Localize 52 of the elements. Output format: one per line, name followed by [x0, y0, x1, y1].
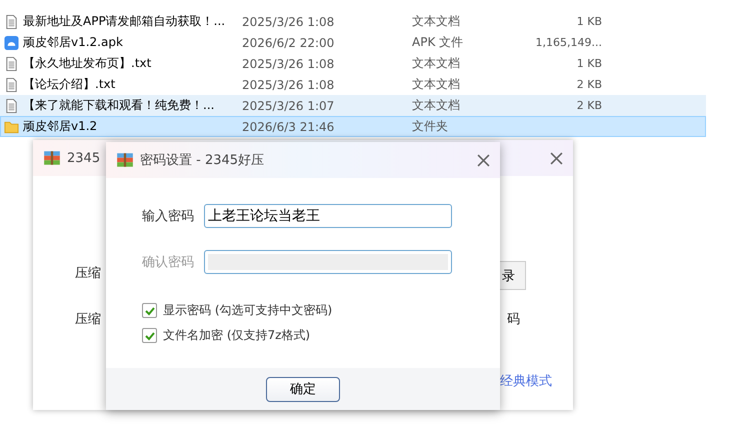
file-type: 文本文档: [411, 97, 461, 114]
document-icon: [4, 98, 19, 114]
file-name: 最新地址及APP请发邮箱自动获取！...: [23, 13, 226, 30]
file-name: 【永久地址发布页】.txt: [23, 55, 152, 72]
classic-mode-link[interactable]: 经典模式: [500, 372, 552, 390]
file-row[interactable]: 最新地址及APP请发邮箱自动获取！... 2025/3/26 1:08 文本文档 1 KB: [0, 11, 706, 32]
file-name: 顽皮邻居v1.2: [23, 118, 98, 135]
file-type: 文本文档: [411, 55, 461, 72]
checkbox[interactable]: [142, 303, 157, 318]
file-row[interactable]: 【来了就能下载和观看！纯免费！... 2025/3/26 1:07 文本文档 2 KB: [0, 95, 706, 116]
file-size: 1 KB: [576, 57, 602, 70]
checkbox-label: 文件名加密 (仅支持7z格式): [163, 327, 310, 344]
android-app-icon: [4, 34, 19, 50]
ok-button[interactable]: 确定: [266, 376, 340, 402]
archive-app-icon: [116, 151, 134, 169]
checkbox[interactable]: [142, 328, 157, 343]
password-field[interactable]: 上老王论坛当老王: [204, 204, 452, 228]
password-label: 码: [507, 311, 520, 328]
archive-app-icon: [43, 149, 61, 167]
file-date: 2026/6/2 22:00: [241, 36, 336, 50]
compress-label: 压缩: [75, 265, 101, 282]
file-type: 文本文档: [411, 76, 461, 93]
window-title: 2345: [67, 150, 100, 166]
dialog-title: 密码设置 - 2345好压: [140, 152, 264, 169]
field-label: 输入密码: [142, 208, 195, 225]
file-size: 1 KB: [576, 15, 602, 28]
close-icon[interactable]: [477, 154, 490, 166]
document-icon: [4, 56, 19, 72]
file-date: 2026/6/3 21:46: [241, 120, 336, 134]
file-row[interactable]: 【论坛介绍】.txt 2025/3/26 1:08 文本文档 2 KB: [0, 74, 706, 95]
file-type: APK 文件: [411, 34, 464, 51]
field-label: 确认密码: [142, 254, 195, 271]
file-name: 【来了就能下载和观看！纯免费！...: [23, 97, 214, 114]
compress-label: 压缩: [75, 311, 101, 328]
file-size: 2 KB: [576, 99, 602, 112]
file-type: 文本文档: [411, 13, 461, 30]
file-row[interactable]: 【永久地址发布页】.txt 2025/3/26 1:08 文本文档 1 KB: [0, 53, 706, 74]
file-row[interactable]: 顽皮邻居v1.2 2026/6/3 21:46 文件夹: [0, 116, 706, 137]
document-icon: [4, 76, 19, 92]
file-type: 文件夹: [411, 118, 449, 135]
file-name: 【论坛介绍】.txt: [23, 76, 116, 93]
file-date: 2025/3/26 1:07: [241, 98, 336, 112]
file-size: 2 KB: [576, 78, 602, 91]
checkbox-label: 显示密码 (勾选可支持中文密码): [163, 302, 332, 319]
document-icon: [4, 14, 19, 30]
file-date: 2025/3/26 1:08: [241, 56, 336, 70]
file-size: 1,165,149...: [536, 36, 602, 49]
close-icon[interactable]: [550, 152, 563, 164]
file-date: 2025/3/26 1:08: [241, 14, 336, 28]
file-row[interactable]: 顽皮邻居v1.2.apk 2026/6/2 22:00 APK 文件 1,165,149...: [0, 32, 706, 53]
file-name: 顽皮邻居v1.2.apk: [23, 34, 123, 51]
file-date: 2025/3/26 1:08: [241, 78, 336, 92]
